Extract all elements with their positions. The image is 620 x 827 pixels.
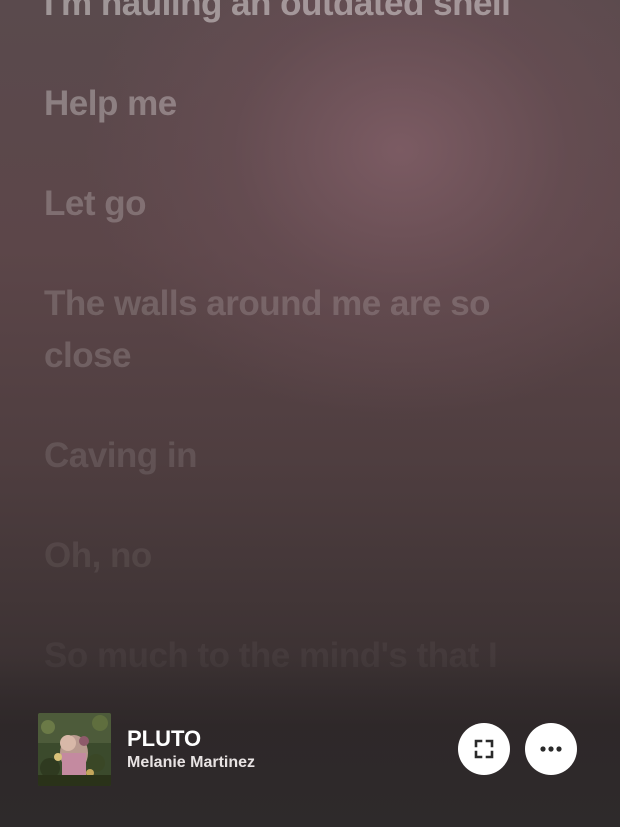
album-art[interactable] [38,713,111,786]
lyrics-list: I'm hauling an outdated shell Help me Le… [44,0,544,730]
expand-icon [474,739,494,759]
lyric-line[interactable]: I'm hauling an outdated shell [44,0,544,30]
lyric-line[interactable]: The walls around me are so close [44,278,544,382]
track-artist: Melanie Martinez [127,754,256,771]
track-title: PLUTO [127,726,202,751]
lyric-line[interactable]: Let go [44,178,544,230]
lyric-line[interactable]: Oh, no [44,530,544,582]
lyric-line[interactable]: Help me [44,78,544,130]
track-info[interactable]: PLUTO Melanie Martinez [127,726,255,774]
more-options-button[interactable] [525,723,577,775]
album-cover-art-icon [38,713,111,786]
fullscreen-button[interactable] [458,723,510,775]
lyric-line[interactable]: Caving in [44,430,544,482]
more-horizontal-icon [540,746,562,752]
